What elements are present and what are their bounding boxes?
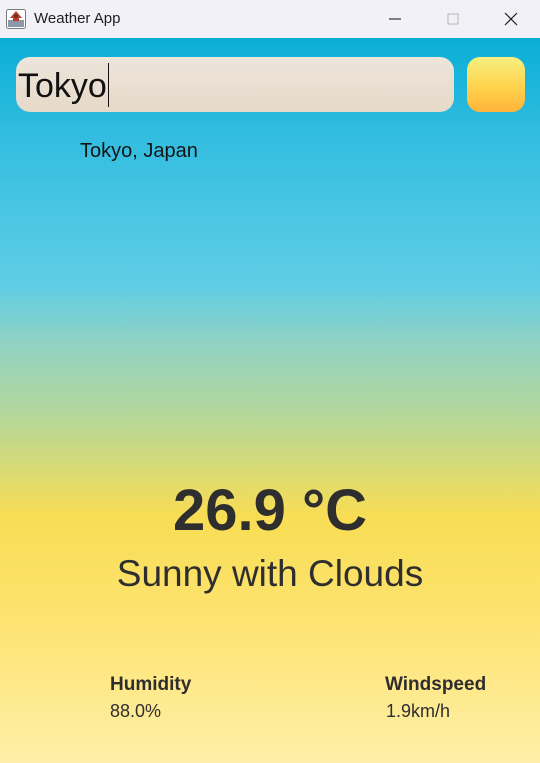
minimize-icon	[389, 18, 401, 20]
maximize-icon	[447, 13, 459, 25]
weather-panel: Tokyo Tokyo, Japan 26.9 °C Sunny with Cl…	[0, 38, 540, 763]
search-input-value: Tokyo	[18, 67, 107, 105]
search-input-text: Tokyo	[18, 63, 109, 108]
close-icon	[504, 12, 518, 26]
windspeed-value: 1.9km/h	[386, 701, 451, 721]
weather-condition: Sunny with Clouds	[116, 553, 424, 594]
weather-app-window: Weather App Tokyo Tokyo, Japan 26.9 °C S…	[0, 0, 540, 763]
text-caret	[107, 63, 109, 108]
weather-app-icon	[6, 9, 26, 29]
window-title: Weather App	[34, 10, 121, 27]
humidity-label: Humidity	[110, 674, 192, 695]
windspeed-label: Windspeed	[385, 674, 487, 695]
search-button[interactable]	[467, 57, 525, 112]
location-label: Tokyo, Japan	[80, 140, 198, 162]
humidity-value: 88.0%	[110, 701, 162, 721]
maximize-button[interactable]	[424, 0, 482, 38]
close-button[interactable]	[482, 0, 540, 38]
title-bar[interactable]: Weather App	[0, 0, 540, 38]
minimize-button[interactable]	[366, 0, 424, 38]
temperature-value: 26.9 °C	[172, 478, 368, 543]
